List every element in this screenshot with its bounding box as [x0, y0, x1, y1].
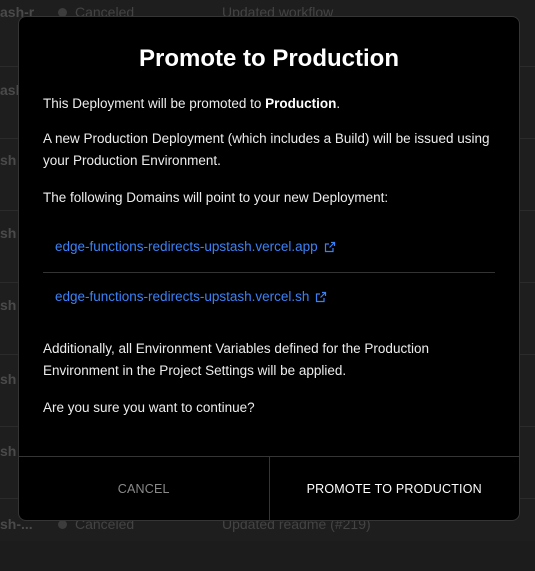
external-link-icon — [324, 241, 336, 253]
new-deployment-text: A new Production Deployment (which inclu… — [43, 128, 503, 172]
dialog-title: Promote to Production — [19, 45, 519, 73]
domains-intro-text: The following Domains will point to your… — [43, 187, 503, 209]
domain-link[interactable]: edge-functions-redirects-upstash.vercel.… — [55, 289, 327, 304]
background-deployment-name: sh — [0, 297, 16, 313]
promote-to-production-button[interactable]: PROMOTE TO PRODUCTION — [270, 457, 520, 520]
intro-prefix: This Deployment will be promoted to — [43, 96, 265, 111]
domain-link-label: edge-functions-redirects-upstash.vercel.… — [55, 289, 309, 304]
intro-suffix: . — [336, 96, 340, 111]
environment-variables-text: Additionally, all Environment Variables … — [43, 338, 503, 382]
background-deployment-name: sh — [0, 371, 16, 387]
dialog-footer: CANCEL PROMOTE TO PRODUCTION — [19, 456, 519, 520]
domain-link-label: edge-functions-redirects-upstash.vercel.… — [55, 239, 318, 254]
intro-target-environment: Production — [265, 96, 336, 111]
background-deployment-name: sh — [0, 443, 16, 459]
confirm-question-text: Are you sure you want to continue? — [43, 397, 503, 419]
background-deployment-name: sh — [0, 225, 16, 241]
promote-intro-text: This Deployment will be promoted to Prod… — [43, 93, 503, 115]
domain-link[interactable]: edge-functions-redirects-upstash.vercel.… — [55, 239, 336, 254]
external-link-icon — [315, 291, 327, 303]
cancel-button[interactable]: CANCEL — [19, 457, 270, 520]
domain-divider — [43, 272, 495, 273]
background-deployment-name: sh — [0, 152, 16, 168]
promote-dialog: Promote to Production This Deployment wi… — [18, 16, 520, 521]
